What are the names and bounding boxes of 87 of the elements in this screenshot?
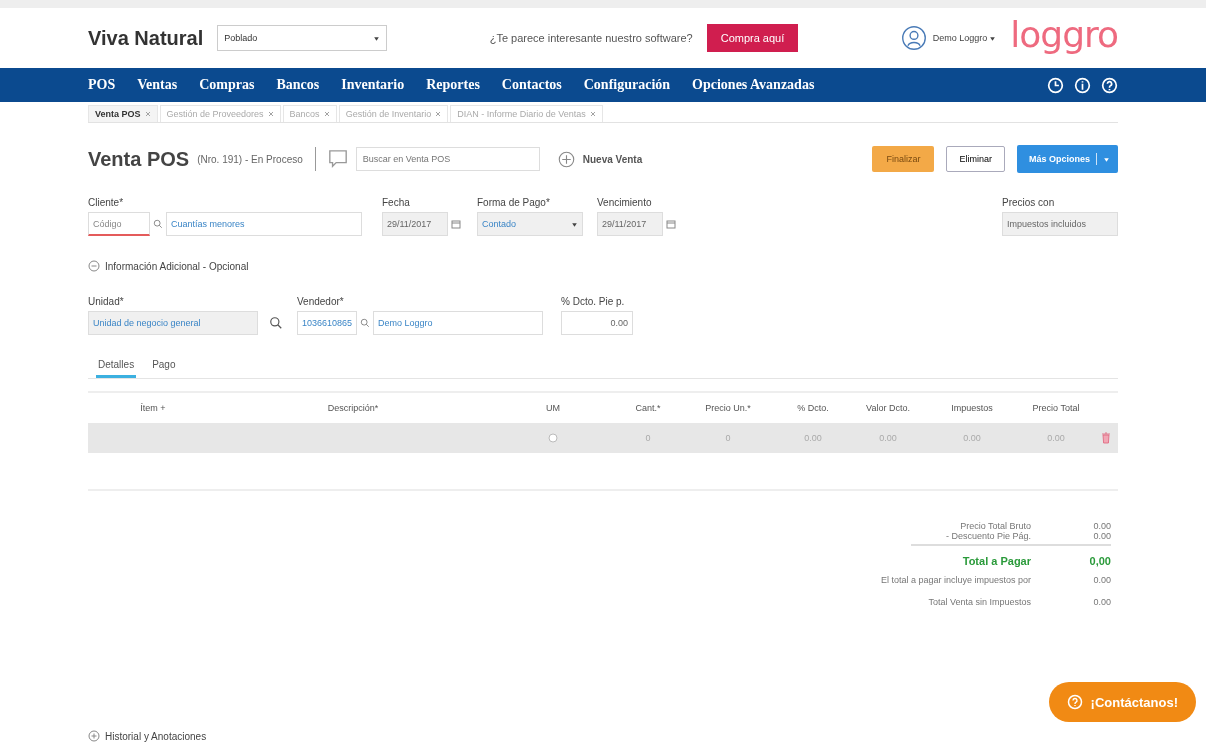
code-field[interactable]: Código — [88, 212, 150, 236]
total-label: Total Venta sin Impuestos — [927, 597, 1031, 607]
field-label: Fecha — [382, 197, 411, 208]
column-header: Cant.* — [634, 403, 662, 413]
close-icon[interactable] — [589, 111, 596, 117]
total-value: 0.00 — [1092, 521, 1111, 531]
total-label: Total a Pagar — [961, 555, 1031, 567]
total-label: El total a pagar incluye impuestos por — [879, 575, 1031, 585]
delete-button[interactable]: Eliminar — [946, 146, 1005, 172]
payment-select[interactable]: Contado — [477, 212, 583, 236]
field-label: Forma de Pago* — [477, 197, 551, 208]
comment-icon[interactable] — [327, 149, 348, 169]
nav-item[interactable]: Configuración — [583, 77, 671, 93]
seller-code-field[interactable]: 1036610865 — [297, 311, 357, 335]
column-header: Valor Dcto. — [865, 403, 911, 413]
total-label: - Descuento Pie Pág. — [944, 531, 1031, 541]
prices-field[interactable]: Impuestos incluidos — [1002, 212, 1118, 236]
seller-field[interactable]: Demo Loggro — [373, 311, 543, 335]
discount-field[interactable]: 0.00 — [561, 311, 633, 335]
total-value: 0.00 — [1092, 575, 1111, 585]
logo: loggro — [1010, 17, 1118, 53]
client-field[interactable]: Cuantías menores — [166, 212, 362, 236]
due-date-field[interactable]: 29/11/2017 — [597, 212, 663, 236]
branch-select[interactable]: Poblado — [217, 25, 388, 51]
record-status: (Nro. 191) - En Proceso — [197, 153, 303, 165]
caret-icon[interactable] — [571, 220, 578, 228]
help-icon[interactable] — [1101, 76, 1118, 94]
detail-tab[interactable]: Detalles — [96, 357, 137, 378]
section-title[interactable]: Información Adicional - Opcional — [105, 260, 249, 272]
caret-icon[interactable] — [989, 34, 997, 42]
open-tab[interactable]: Venta POS — [88, 105, 158, 122]
search-icon[interactable] — [269, 316, 283, 330]
column-header: % Dcto. — [796, 403, 830, 413]
total-label: Precio Total Bruto — [959, 521, 1031, 531]
column-header: Precio Un.* — [704, 403, 752, 413]
unit-field[interactable]: Unidad de negocio general — [88, 311, 258, 335]
total-value: 0,00 — [1088, 555, 1111, 567]
add-icon[interactable] — [557, 150, 575, 168]
user-icon[interactable] — [900, 25, 927, 51]
column-header: UM — [545, 403, 561, 413]
close-icon[interactable] — [144, 111, 151, 117]
field-label: Vencimiento — [597, 197, 653, 208]
calendar-icon[interactable] — [666, 219, 676, 229]
collapse-icon[interactable] — [88, 260, 100, 272]
nav-item[interactable]: Opciones Avanzadas — [692, 77, 815, 93]
promo-text: ¿Te parece interesante nuestro software? — [489, 32, 693, 44]
column-header: Precio Total — [1031, 403, 1081, 413]
field-label: Cliente* — [88, 197, 125, 208]
close-icon[interactable] — [267, 111, 274, 117]
nav-item[interactable]: Contactos — [501, 77, 562, 93]
expand-icon[interactable] — [88, 730, 100, 742]
clock-icon[interactable] — [1047, 76, 1064, 94]
buy-button[interactable]: Compra aquí — [706, 24, 799, 52]
column-header: Descripción* — [326, 403, 380, 413]
user-menu[interactable]: Demo Loggro — [932, 33, 988, 43]
date-field[interactable]: 29/11/2017 — [382, 212, 448, 236]
nav-item[interactable]: Inventario — [341, 77, 405, 93]
close-icon[interactable] — [435, 111, 442, 117]
new-sale-link[interactable]: Nueva Venta — [582, 153, 643, 165]
total-value: 0.00 — [1092, 531, 1111, 541]
page-title: Venta POS — [88, 147, 190, 171]
nav-item[interactable]: Reportes — [426, 77, 480, 93]
company-name: Viva Natural — [88, 26, 204, 50]
calendar-icon[interactable] — [451, 219, 461, 229]
column-header: Impuestos — [950, 403, 994, 413]
search-icon[interactable] — [153, 219, 163, 229]
field-label: Vendedor* — [297, 296, 345, 307]
finalize-button[interactable]: Finalizar — [872, 146, 935, 172]
field-label: Precios con — [1002, 197, 1056, 208]
field-label: Unidad* — [88, 296, 125, 307]
radio-button[interactable] — [548, 433, 558, 443]
search-field[interactable]: Buscar en Venta POS — [355, 147, 540, 171]
caret-icon[interactable] — [373, 34, 381, 42]
nav-item[interactable]: POS — [88, 77, 116, 93]
section-title[interactable]: Historial y Anotaciones — [105, 730, 207, 742]
total-value: 0.00 — [1092, 597, 1111, 607]
close-icon[interactable] — [323, 111, 330, 117]
help-icon — [1066, 694, 1083, 710]
nav-item[interactable]: Compras — [199, 77, 255, 93]
search-icon[interactable] — [360, 318, 370, 328]
nav-item[interactable]: Ventas — [137, 77, 178, 93]
field-label: % Dcto. Pie p. — [561, 296, 626, 307]
nav-item[interactable]: Bancos — [276, 77, 320, 93]
column-header: Ítem + — [139, 403, 167, 413]
info-icon[interactable] — [1074, 76, 1091, 94]
trash-icon[interactable] — [1101, 432, 1111, 444]
detail-tab[interactable]: Pago — [150, 357, 178, 378]
